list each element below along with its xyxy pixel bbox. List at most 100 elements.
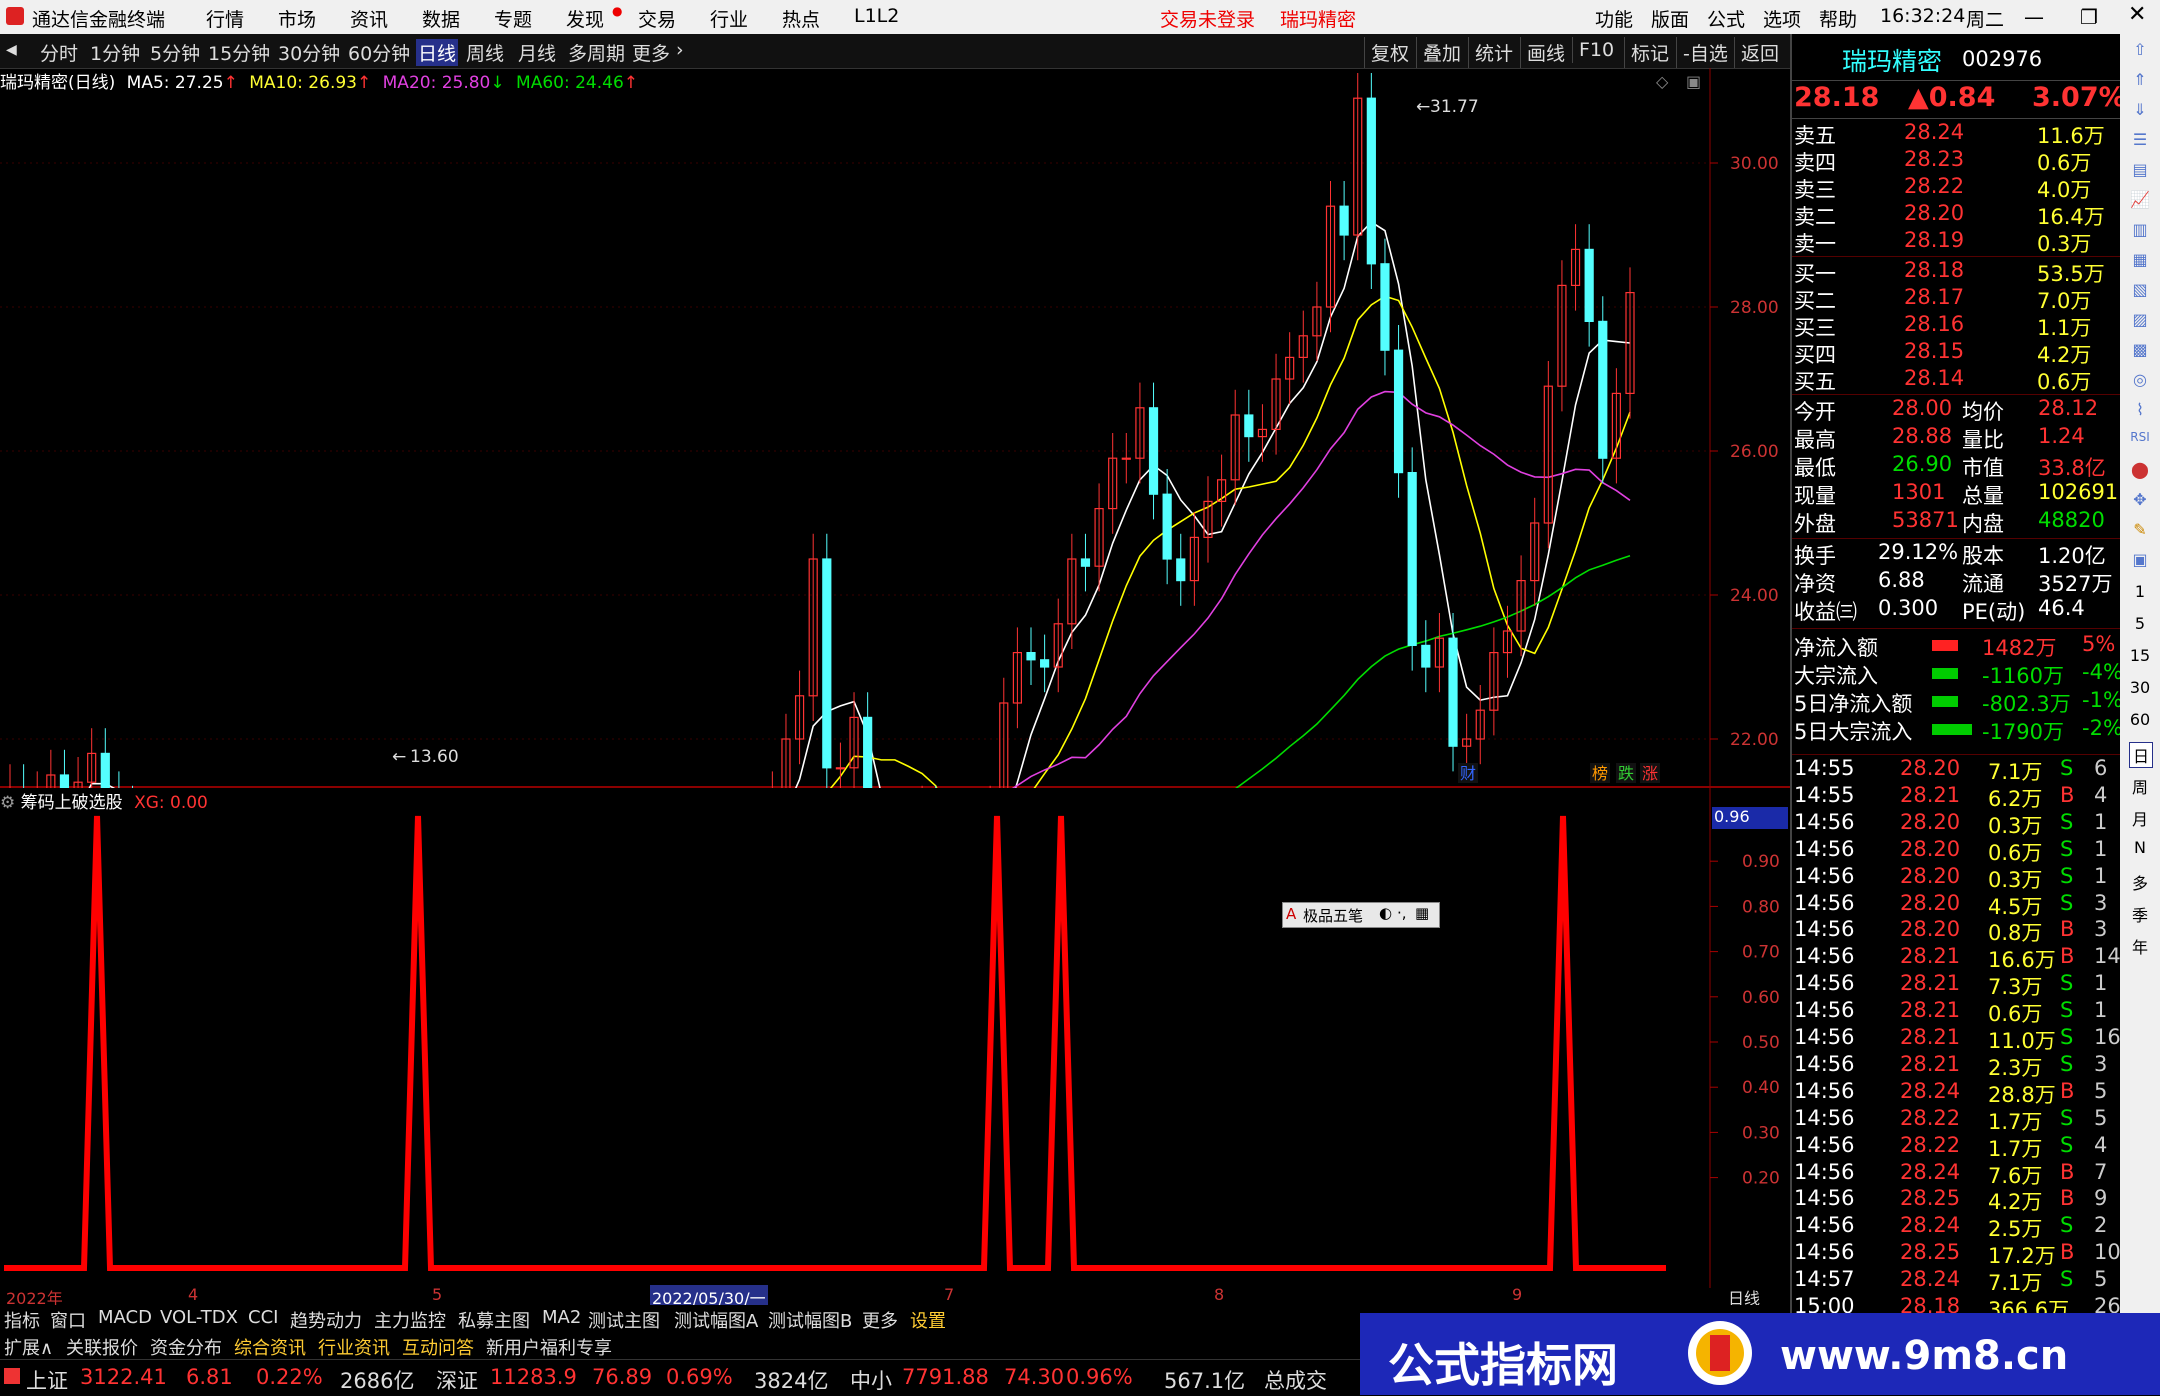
toolbar-button[interactable]: 返回 [1734,37,1785,68]
chip-icon[interactable]: ▩ [2129,340,2151,359]
settings-tab[interactable]: 设置 [910,1307,946,1333]
period-tab[interactable]: 多周期 [568,39,625,66]
info-tab[interactable]: 关联报价 [66,1334,138,1360]
sz-index-name[interactable]: 深证 [436,1365,478,1395]
period-tab[interactable]: 60分钟 [348,39,410,66]
period-tab[interactable]: 15分钟 [208,39,270,66]
indicator-tab[interactable]: 测试幅图A [674,1307,758,1333]
ime-moon-icon[interactable]: ◐ [1379,904,1392,922]
sidebar-period[interactable]: 月 [2129,806,2151,830]
panel-toggle-icon[interactable]: ▣ [1686,72,1701,91]
indicator-tab[interactable]: 测试主图 [588,1307,660,1333]
menu-item[interactable]: L1L2 [854,5,899,27]
minimize-icon[interactable]: — [2024,5,2044,29]
list-icon[interactable]: ☰ [2129,130,2151,149]
fs-icon[interactable]: ▣ [2129,550,2151,569]
trade-login-status[interactable]: 交易未登录 [1160,5,1255,32]
menu-item[interactable]: 交易 [638,5,676,32]
indicator-tab[interactable]: 主力监控 [374,1307,446,1333]
menu-item[interactable]: 发现 [566,5,604,32]
page-up-icon[interactable]: ⇑ [2129,70,2151,89]
toolbar-button[interactable]: 画线 [1520,37,1571,68]
menu-item[interactable]: 帮助 [1819,5,1857,32]
move-icon[interactable]: ✥ [2129,490,2151,509]
info-tab[interactable]: 资金分布 [150,1334,222,1360]
sidebar-period[interactable]: 5 [2129,614,2151,633]
menu-item[interactable]: 行业 [710,5,748,32]
sh-index-name[interactable]: 上证 [26,1365,68,1395]
indicator-tab[interactable]: 私募主图 [458,1307,530,1333]
kline-chart[interactable]: 30.0028.0026.0024.0022.0020.0018.0016.00… [0,68,1790,788]
period-tab[interactable]: 30分钟 [278,39,340,66]
menu-item[interactable]: 选项 [1763,5,1801,32]
grid-icon[interactable]: ▦ [2129,250,2151,269]
menu-item[interactable]: 资讯 [350,5,388,32]
indicator-tab[interactable]: 更多 [862,1307,898,1333]
chevron-right-icon[interactable]: › [676,39,684,61]
sidebar-period[interactable]: 季 [2129,902,2151,926]
period-tab[interactable]: 1分钟 [90,39,140,66]
menu-item[interactable]: 市场 [278,5,316,32]
menu-item[interactable]: 专题 [494,5,532,32]
menu-item[interactable]: 行情 [206,5,244,32]
sidebar-period-active[interactable]: 日 [2129,742,2153,768]
sidebar-period[interactable]: 1 [2129,582,2151,601]
info-tab[interactable]: 综合资讯 [234,1334,306,1360]
sidebar-period[interactable]: 多 [2129,870,2151,894]
toolbar-button[interactable]: F10 [1572,37,1620,63]
circle-icon[interactable]: ◎ [2129,370,2151,389]
indicator-chart[interactable]: 0.90 0.80 0.70 0.60 0.50 0.40 0.30 0.20 [0,788,1790,1288]
sidebar-period[interactable]: 60 [2129,710,2151,729]
sidebar-period[interactable]: 年 [2129,934,2151,958]
sidebar-period[interactable]: 30 [2129,678,2151,697]
indicator-tab[interactable]: 趋势动力 [290,1307,362,1333]
close-icon[interactable]: ✕ [2128,2,2146,27]
collapse-icon[interactable]: ◀ [6,42,17,58]
indicator-title[interactable]: 筹码上破选股 [21,793,123,813]
info-tab[interactable]: 互动问答 [402,1334,474,1360]
indicator-tab[interactable]: CCI [248,1307,278,1328]
table-icon[interactable]: ▤ [2129,160,2151,179]
toolbar-button[interactable]: 复权 [1364,37,1415,68]
page-down-icon[interactable]: ⇓ [2129,100,2151,119]
compare-icon[interactable]: ▧ [2129,280,2151,299]
expand-tab[interactable]: 扩展∧ [4,1334,53,1360]
rsi-icon[interactable]: RSI [2129,430,2151,444]
period-tab-active[interactable]: 日线 [416,39,459,66]
period-tab[interactable]: 周线 [466,39,504,66]
ime-punct-icon[interactable]: ·, [1397,904,1407,922]
more-periods[interactable]: 更多 [632,39,670,66]
period-tab[interactable]: 5分钟 [150,39,200,66]
indicator-tab[interactable]: 测试幅图B [768,1307,852,1333]
period-tab[interactable]: 分时 [40,39,78,66]
ime-keyboard-icon[interactable]: ▦ [1415,904,1429,922]
sidebar-period[interactable]: N [2129,838,2151,857]
settings-gear-icon[interactable]: ⚙ [0,793,15,813]
kline-icon[interactable]: ▥ [2129,220,2151,239]
period-tab[interactable]: 月线 [518,39,556,66]
menu-item[interactable]: 公式 [1707,5,1745,32]
scroll-up-icon[interactable]: ⇧ [2129,40,2151,59]
indicator-tab[interactable]: 指标 [4,1307,40,1333]
sidebar-period[interactable]: 周 [2129,774,2151,798]
zx-index-name[interactable]: 中小 [850,1365,892,1395]
ime-mode-icon[interactable]: A [1286,905,1296,923]
menu-item[interactable]: 热点 [782,5,820,32]
info-tab[interactable]: 行业资讯 [318,1334,390,1360]
indicator-tab[interactable]: MA2 [542,1307,581,1328]
indicator-tab[interactable]: VOL-TDX [160,1307,238,1328]
sidebar-period[interactable]: 15 [2129,646,2151,665]
indicator-tab[interactable]: 窗口 [50,1307,86,1333]
menu-item[interactable]: 数据 [422,5,460,32]
restore-icon[interactable]: ❐ [2080,5,2098,29]
stock-icon[interactable]: ⬤ [2129,460,2151,479]
toolbar-button[interactable]: 统计 [1468,37,1519,68]
toolbar-button[interactable]: -自选 [1676,37,1734,68]
promo-tab[interactable]: 新用户福利专享 [486,1334,612,1360]
line-chart-icon[interactable]: ⌇ [2129,400,2151,419]
toolbar-button[interactable]: 标记 [1624,37,1675,68]
ime-toolbar[interactable]: A 极品五笔 ◐ ·, ▦ [1282,902,1440,928]
trend-chart-icon[interactable]: 📈 [2129,190,2151,209]
menu-item[interactable]: 版面 [1651,5,1689,32]
f10-icon[interactable]: ▨ [2129,310,2151,329]
